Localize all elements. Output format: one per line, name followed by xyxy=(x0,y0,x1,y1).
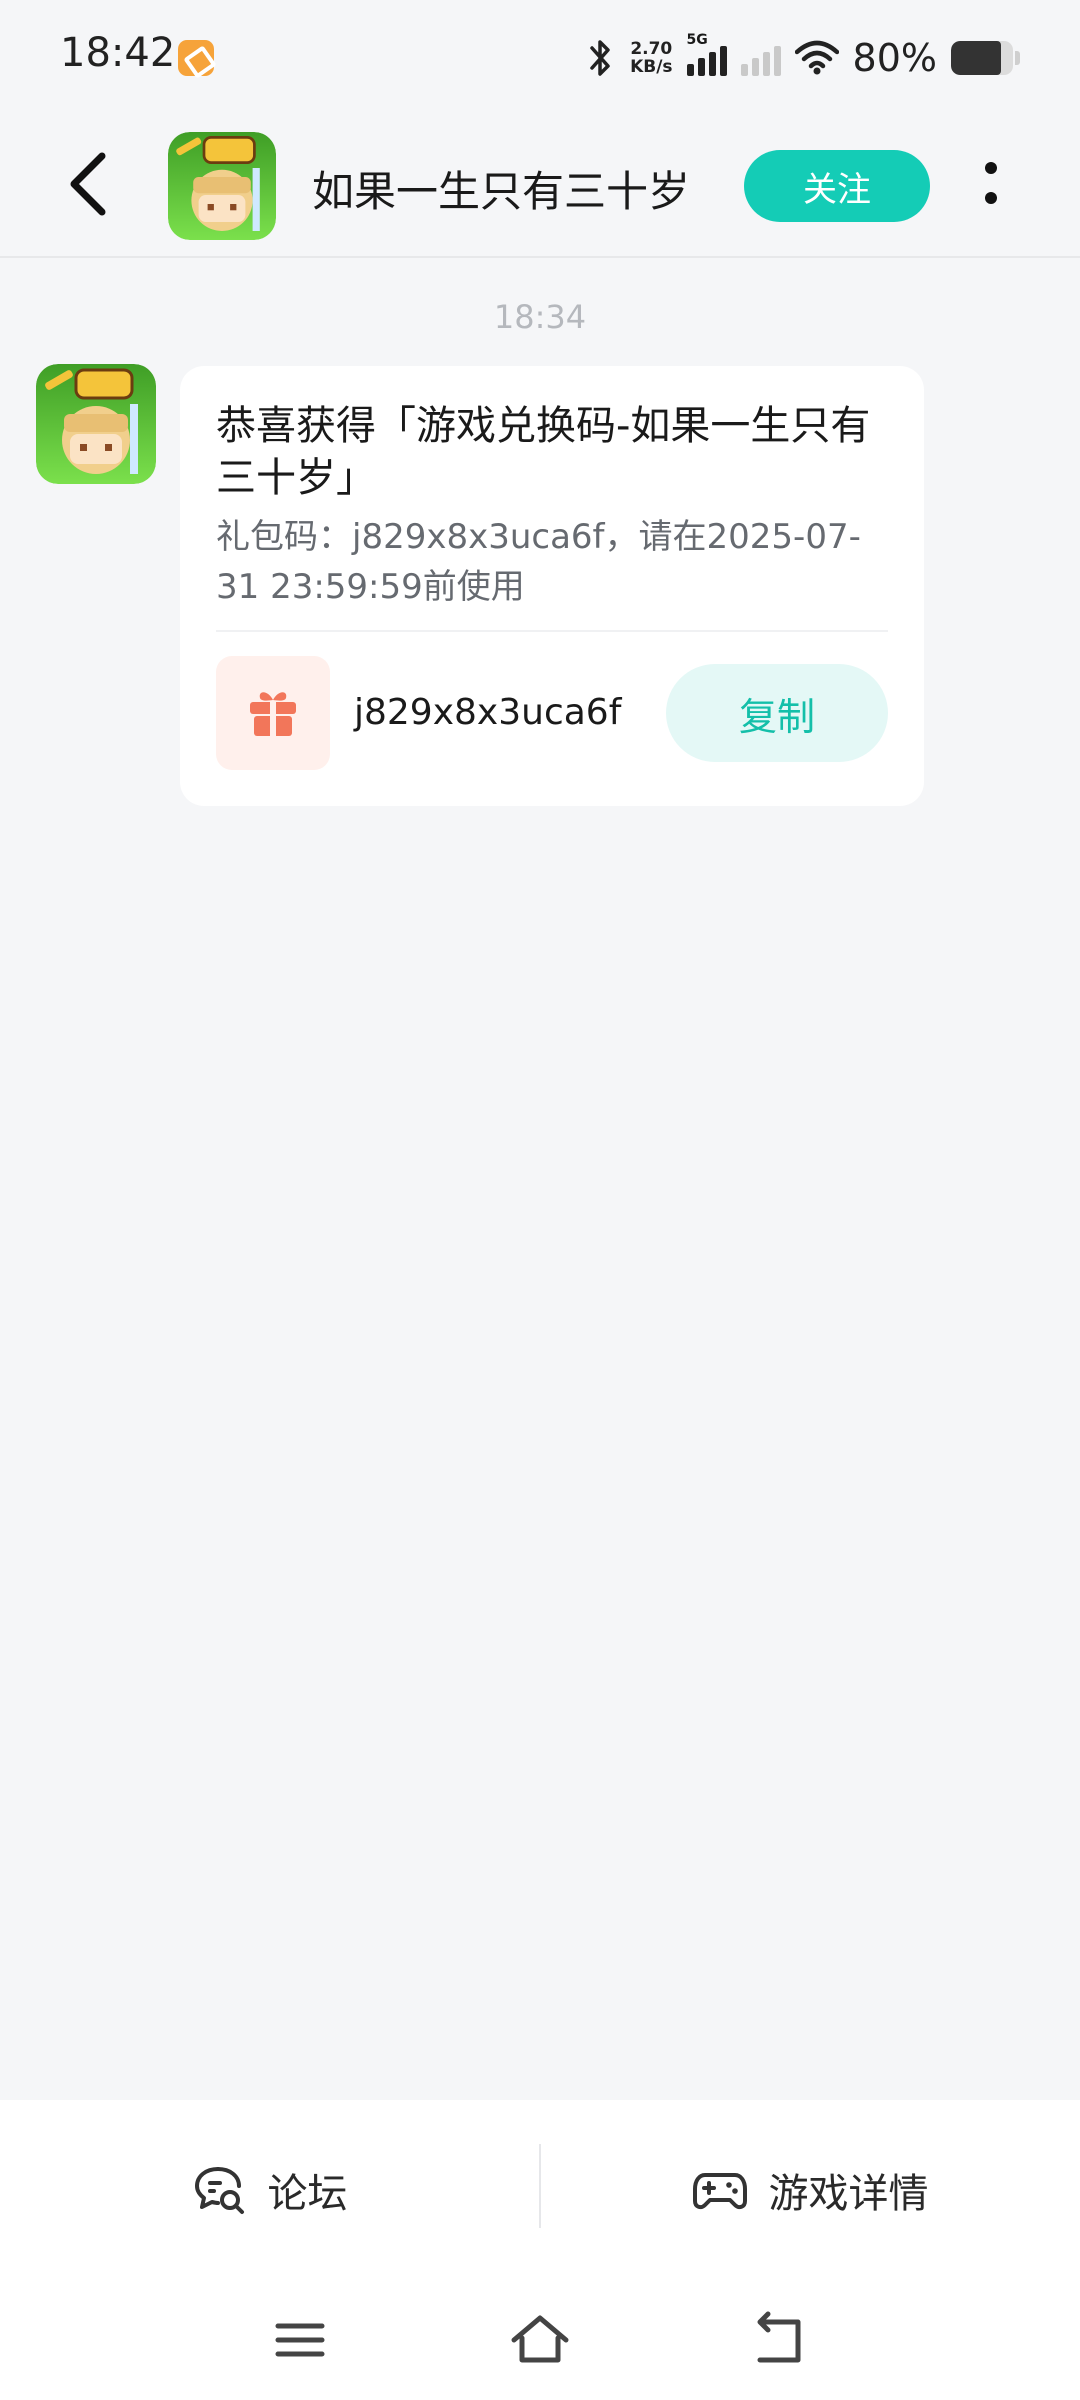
chat-screen: 18:42 2.70 KB/s 5G 80% 如果一生只有三十岁 关注 18:3… xyxy=(0,0,1080,2400)
chat-title: 如果一生只有三十岁 xyxy=(312,167,691,216)
status-indicators: 2.70 KB/s 5G 80% xyxy=(586,32,1020,82)
gift-tile xyxy=(216,656,330,770)
tab-forum-label: 论坛 xyxy=(267,2171,348,2217)
status-bar: 18:42 2.70 KB/s 5G 80% xyxy=(0,0,1080,112)
secondary-signal-icon xyxy=(740,40,781,76)
game-avatar[interactable] xyxy=(168,132,276,240)
gamepad-icon xyxy=(692,2173,747,2210)
message-timestamp: 18:34 xyxy=(493,298,587,336)
system-navigation-bar xyxy=(0,2280,1080,2400)
home-icon[interactable] xyxy=(504,2304,576,2376)
network-speed-unit: KB/s xyxy=(630,57,673,77)
gift-code: j829x8x3uca6f xyxy=(354,692,622,733)
message-title: 恭喜获得「游戏兑换码-如果一生只有三十岁」 xyxy=(216,403,871,501)
notification-app-icon xyxy=(178,40,214,76)
forum-icon xyxy=(194,2167,244,2214)
battery-percentage: 80% xyxy=(852,36,937,80)
bluetooth-icon xyxy=(590,40,610,76)
wifi-icon xyxy=(794,40,839,75)
battery-icon xyxy=(951,41,1013,75)
gift-code-message: 恭喜获得「游戏兑换码-如果一生只有三十岁」 礼包码：j829x8x3uca6f，… xyxy=(180,366,924,806)
tab-forum[interactable]: 论坛 xyxy=(0,2100,539,2280)
tab-game-details-label: 游戏详情 xyxy=(768,2171,929,2217)
menu-icon[interactable] xyxy=(264,2304,336,2376)
network-speed: 2.70 KB/s xyxy=(630,40,672,76)
sender-avatar[interactable] xyxy=(36,364,156,484)
gift-icon xyxy=(250,692,296,736)
status-time: 18:42 xyxy=(60,30,176,76)
message-divider xyxy=(216,630,888,632)
message-description: 礼包码：j829x8x3uca6f，请在2025-07-31 23:59:59前… xyxy=(216,517,861,607)
signal-strength-icon: 5G xyxy=(686,32,727,76)
battery-tip xyxy=(1015,51,1020,65)
follow-button[interactable]: 关注 xyxy=(744,150,930,222)
network-type-label: 5G xyxy=(686,32,708,48)
copy-button[interactable]: 复制 xyxy=(666,664,888,762)
bottom-tab-bar: 论坛 游戏详情 xyxy=(0,2100,1080,2280)
more-options-icon[interactable] xyxy=(966,152,1016,220)
back-button[interactable] xyxy=(52,144,132,224)
chat-header: 如果一生只有三十岁 关注 xyxy=(0,112,1080,258)
back-icon[interactable] xyxy=(744,2304,816,2376)
tab-game-details[interactable]: 游戏详情 xyxy=(541,2100,1080,2280)
network-speed-value: 2.70 xyxy=(630,39,673,59)
